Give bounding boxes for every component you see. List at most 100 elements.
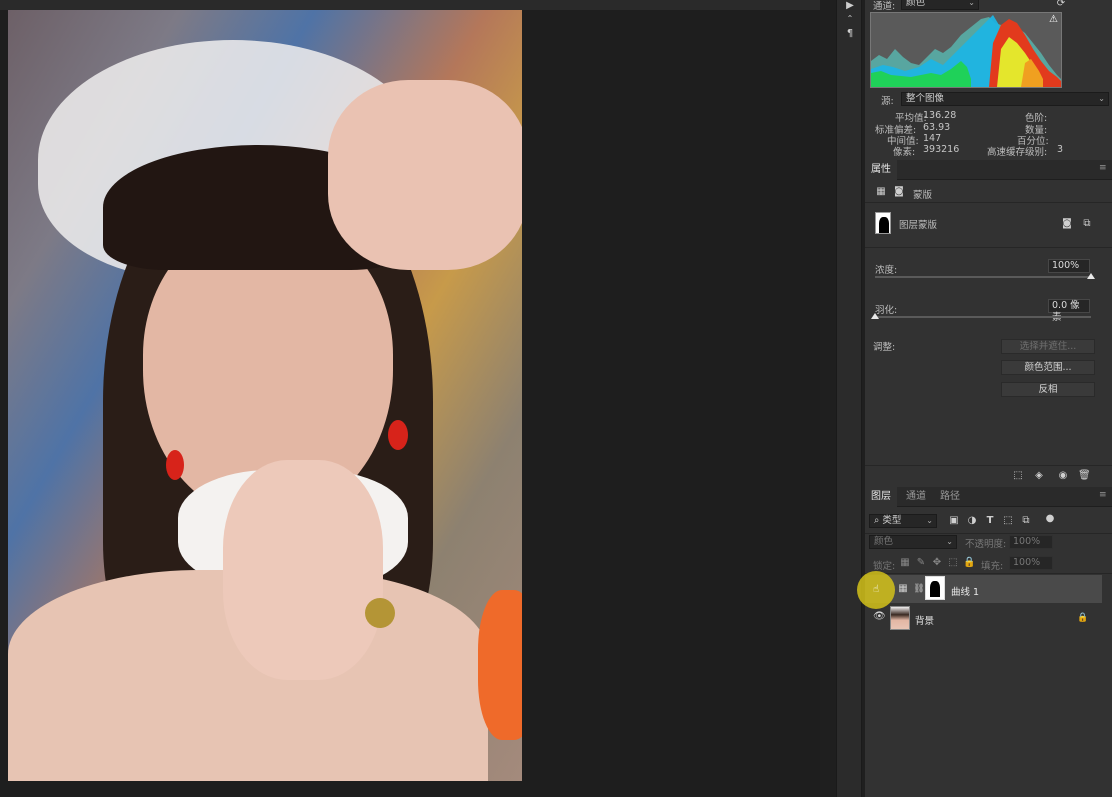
filter-toggle-icon[interactable]: ● (1044, 513, 1056, 525)
feather-slider-thumb[interactable] (871, 313, 879, 319)
source-label: 源: (881, 96, 894, 107)
mask-header: ▦ ◙ 蒙版 (865, 181, 1112, 203)
layer-mask-label: 图层蒙版 (899, 220, 938, 231)
select-and-mask-button[interactable]: 选择并遮住... (1001, 339, 1095, 354)
apply-mask-icon[interactable]: ◈ (1033, 470, 1045, 482)
panel-menu-icon[interactable]: ≡ (1099, 164, 1108, 173)
eye-icon[interactable]: 👁 (873, 612, 886, 622)
density-slider-thumb[interactable] (1087, 273, 1095, 279)
opacity-label: 不透明度: (965, 539, 1007, 550)
layer-name[interactable]: 曲线 1 (951, 584, 979, 598)
bell (365, 598, 395, 628)
divider (865, 573, 1112, 574)
layer-mask-icon[interactable]: ◙ (893, 186, 905, 198)
chevron-down-icon: ⌄ (968, 0, 975, 7)
search-icon: ⌕ (874, 515, 880, 526)
fill-label: 填充: (981, 561, 1004, 572)
lock-icon[interactable]: 🔒 (1077, 612, 1089, 624)
mean-value: 136.28 (923, 110, 957, 121)
median-value: 147 (923, 133, 942, 144)
canvas-top-bar (0, 0, 820, 10)
visibility-icon[interactable]: ◉ (1057, 470, 1069, 482)
stddev-value: 63.93 (923, 122, 951, 133)
lock-all-icon[interactable]: 🔒 (963, 557, 975, 569)
document-image[interactable] (8, 10, 522, 781)
tab-paths[interactable]: 路径 (934, 487, 966, 507)
channel-label: 通道: (873, 1, 896, 12)
tab-properties[interactable]: 属性 (865, 160, 897, 180)
chevron-down-icon: ⌄ (946, 537, 953, 546)
right-panels: 通道: 颜色 ⌄ ⟳ ⚠ 源: 整个图像 ⌄ 平均值: 136.28 标准偏差: 6… (857, 0, 1112, 797)
blend-mode-dropdown[interactable]: 颜色 ⌄ (869, 535, 957, 549)
right-earring (388, 420, 408, 450)
lock-label: 锁定: (873, 561, 896, 572)
pixel-mask-icon[interactable]: ▦ (875, 186, 887, 198)
load-selection-icon[interactable]: ⬚ (1012, 470, 1024, 482)
tab-layers[interactable]: 图层 (865, 487, 897, 507)
histogram-panel: 通道: 颜色 ⌄ ⟳ ⚠ 源: 整个图像 ⌄ 平均值: 136.28 标准偏差: 6… (865, 0, 1112, 160)
source-dropdown[interactable]: 整个图像 ⌄ (901, 92, 1109, 106)
fill-field[interactable]: 100% (1009, 556, 1053, 570)
play-icon[interactable]: ▶ (842, 0, 858, 12)
feather-field[interactable]: 0.0 像素 (1048, 299, 1090, 323)
filter-kind-value: 类型 (882, 515, 902, 526)
cache-value: 3 (1057, 144, 1064, 155)
properties-footer: ⬚ ◈ ◉ 🗑 (865, 465, 1112, 485)
curves-adjustment-icon: ▦ (898, 583, 908, 594)
layer-row-background[interactable]: 👁 背景 🔒 (865, 604, 1102, 632)
mask-label: 蒙版 (913, 190, 933, 201)
histogram-chart: ⚠ (870, 12, 1062, 88)
panel-menu-icon[interactable]: ≡ (1099, 491, 1108, 500)
layer-filter-dropdown[interactable]: ⌕ 类型 ⌄ (869, 514, 937, 528)
refresh-icon[interactable]: ⟳ (1055, 0, 1067, 10)
trash-icon[interactable]: 🗑 (1078, 470, 1091, 482)
layer-thumbnail[interactable] (890, 606, 910, 630)
left-earring (166, 450, 184, 480)
canvas-area[interactable] (0, 0, 820, 797)
cursor-pointer-icon: ☝ (873, 584, 880, 595)
layers-panel: ⌕ 类型 ⌄ ▣ ◑ T ⬚ ⧉ ● 颜色 ⌄ 不透明度: 100% 锁定: ▦ ✎… (857, 508, 1112, 797)
divider (865, 247, 1112, 248)
mask-thumbnail[interactable] (875, 212, 891, 234)
chevron-down-icon: ⌄ (926, 516, 933, 525)
warning-icon[interactable]: ⚠ (1049, 14, 1058, 25)
channel-dropdown[interactable]: 颜色 ⌄ (901, 0, 979, 10)
image-filter-icon[interactable]: ▣ (948, 515, 960, 527)
cache-label: 高速缓存级别: (987, 147, 1048, 158)
pixels-value: 393216 (923, 144, 960, 155)
add-vector-mask-icon[interactable]: ⧉ (1081, 218, 1093, 230)
invert-button[interactable]: 反相 (1001, 382, 1095, 397)
opacity-field[interactable]: 100% (1009, 535, 1053, 549)
layer-name[interactable]: 背景 (915, 613, 934, 627)
feather-slider[interactable] (875, 316, 1091, 318)
properties-panel: ▦ ◙ 蒙版 图层蒙版 ◙ ⧉ 浓度: 100% 羽化: 0.0 像素 调整: … (865, 181, 1112, 486)
smart-object-filter-icon[interactable]: ⧉ (1020, 515, 1032, 527)
adjustment-filter-icon[interactable]: ◑ (966, 515, 978, 527)
density-slider[interactable] (875, 276, 1091, 278)
layer-mask-thumbnail[interactable] (925, 576, 945, 600)
front-hand-shape (223, 460, 383, 680)
density-field[interactable]: 100% (1048, 259, 1090, 273)
type-filter-icon[interactable]: T (984, 515, 996, 527)
lock-artboard-icon[interactable]: ⬚ (947, 557, 959, 569)
lock-paint-icon[interactable]: ✎ (915, 557, 927, 569)
orange-object (478, 590, 522, 740)
adjust-label: 调整: (873, 342, 896, 353)
source-value: 整个图像 (906, 93, 945, 104)
lock-transparent-icon[interactable]: ▦ (899, 557, 911, 569)
layer-row-curves[interactable]: ☝ ▦ ⛓ 曲线 1 (857, 571, 1102, 609)
shape-filter-icon[interactable]: ⬚ (1002, 515, 1014, 527)
tab-channels[interactable]: 通道 (900, 487, 932, 507)
properties-tabbar: 属性 ≡ (865, 160, 1112, 180)
blend-mode-value: 颜色 (874, 536, 894, 547)
paragraph-icon[interactable]: ¶ (842, 28, 858, 40)
select-mask-icon[interactable]: ◙ (1061, 218, 1073, 230)
channel-value: 颜色 (906, 0, 926, 8)
density-label: 浓度: (875, 265, 898, 276)
color-range-button[interactable]: 颜色范围... (1001, 360, 1095, 375)
transform-icon[interactable]: ⌃ (842, 13, 858, 25)
histogram-graph (871, 15, 1061, 87)
histogram-stats: 平均值: 136.28 标准偏差: 63.93 中间值: 147 像素: 393… (865, 109, 1112, 158)
lock-position-icon[interactable]: ✥ (931, 557, 943, 569)
link-icon[interactable]: ⛓ (913, 583, 925, 595)
